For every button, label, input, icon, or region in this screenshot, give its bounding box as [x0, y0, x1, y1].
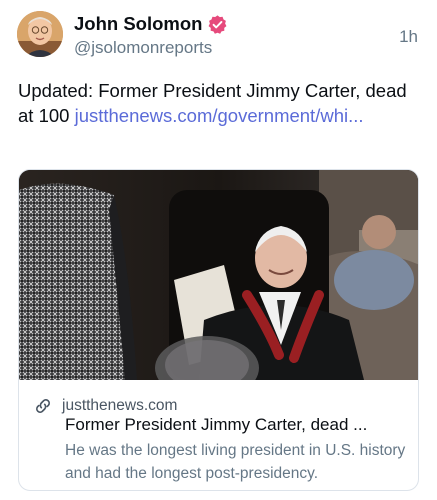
link-chain-icon: [36, 399, 50, 413]
avatar-image: [17, 11, 63, 57]
post-timestamp[interactable]: 1h: [399, 27, 418, 47]
avatar[interactable]: [17, 11, 63, 57]
author-name-row[interactable]: John Solomon: [74, 13, 228, 35]
link-card-description: He was the longest living president in U…: [65, 442, 406, 482]
link-card-image[interactable]: [19, 170, 418, 380]
post-link[interactable]: justthenews.com/government/whi...: [75, 105, 364, 126]
author-name[interactable]: John Solomon: [74, 13, 202, 35]
post: John Solomon @jsolomonreports 1h Updated…: [0, 0, 437, 500]
verified-badge-icon: [209, 14, 227, 34]
author-handle[interactable]: @jsolomonreports: [74, 38, 212, 58]
link-card-title[interactable]: Former President Jimmy Carter, dead ...: [65, 415, 407, 435]
link-card[interactable]: justthenews.com Former President Jimmy C…: [18, 169, 419, 491]
link-card-domain-row: justthenews.com: [33, 396, 177, 416]
post-text: Updated: Former President Jimmy Carter, …: [18, 78, 418, 128]
link-card-domain: justthenews.com: [62, 397, 178, 414]
